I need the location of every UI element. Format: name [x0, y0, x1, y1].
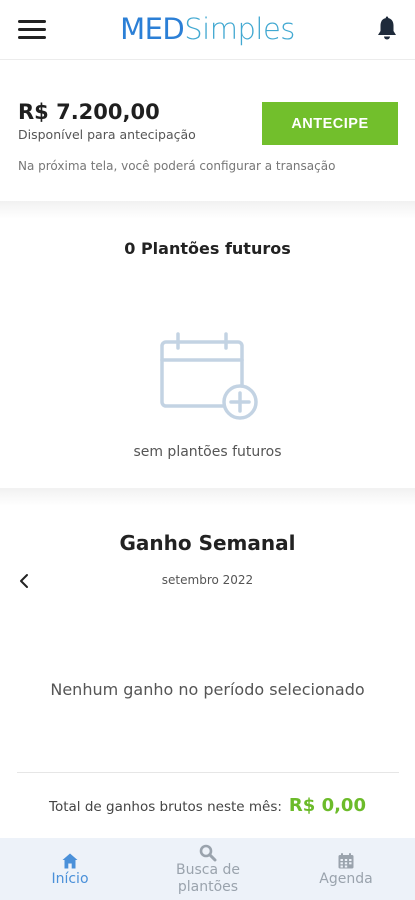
bell-icon[interactable]: [375, 16, 399, 42]
bottom-navigation: Início Busca de plantões Agenda: [0, 838, 415, 900]
future-shifts-title: 0 Plantões futuros: [124, 239, 291, 258]
no-future-shifts-text: sem plantões futuros: [133, 444, 282, 460]
selected-month: setembro 2022: [161, 573, 254, 587]
nav-label-inicio: Início: [51, 871, 89, 887]
calendar-icon: [338, 853, 354, 869]
available-amount: R$ 7.200,00: [18, 100, 160, 124]
nav-item-busca-plantoes[interactable]: Busca de plantões: [160, 838, 256, 900]
logo-simples: Simples: [184, 12, 295, 46]
no-earnings-text: Nenhum ganho no período selecionado: [50, 680, 365, 699]
calendar-add-icon: [160, 332, 258, 420]
available-amount-label: Disponível para antecipação: [18, 127, 196, 142]
weekly-earnings-title: Ganho Semanal: [119, 531, 296, 555]
nav-label-agenda: Agenda: [319, 871, 373, 887]
divider: [17, 772, 399, 773]
logo-med: MED: [120, 12, 185, 46]
home-icon: [62, 853, 78, 869]
monthly-total-label: Total de ganhos brutos neste mês:: [49, 799, 282, 815]
monthly-total-row: Total de ganhos brutos neste mês: R$ 0,0…: [0, 795, 415, 816]
section-divider: [0, 488, 415, 506]
nav-label-busca-plantoes: Busca de plantões: [176, 862, 240, 895]
antecipation-note: Na próxima tela, você poderá configurar …: [18, 159, 336, 173]
monthly-total-value: R$ 0,00: [288, 795, 366, 816]
app-logo: MEDSimples: [0, 12, 415, 46]
nav-item-inicio[interactable]: Início: [40, 838, 100, 900]
app-header: MEDSimples: [0, 0, 415, 60]
nav-item-agenda[interactable]: Agenda: [310, 838, 382, 900]
antecipe-button[interactable]: ANTECIPE: [262, 102, 398, 145]
section-divider: [0, 201, 415, 219]
search-icon: [199, 844, 217, 862]
